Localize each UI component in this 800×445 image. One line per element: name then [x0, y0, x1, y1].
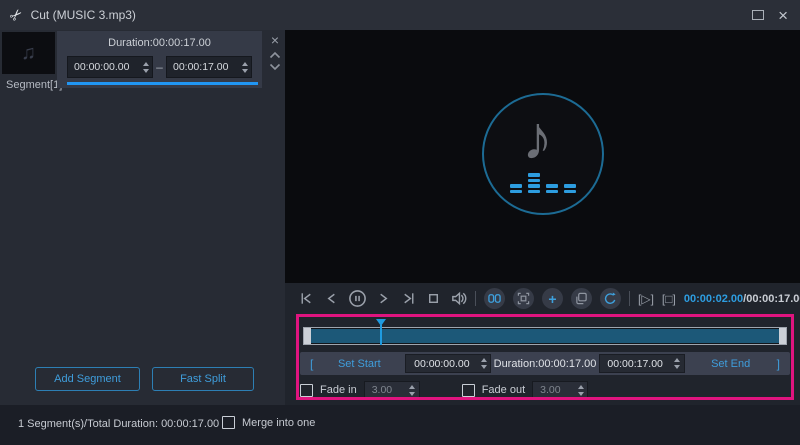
segment-end-value: 00:00:17.00 — [167, 61, 238, 73]
move-up-icon[interactable] — [269, 51, 281, 59]
current-time: 00:00:02.00 — [684, 293, 743, 305]
play-clip-icon[interactable]: [▷] — [638, 292, 654, 306]
merge-into-one-checkbox[interactable] — [222, 416, 235, 429]
segment-duration: Duration:00:00:17.00 — [57, 37, 262, 49]
fade-in-label: Fade in — [320, 384, 357, 396]
segment-summary: 1 Segment(s)/Total Duration: 00:00:17.00 — [18, 418, 219, 430]
segment-label: Segment[1] — [6, 79, 62, 91]
fade-controls-row: Fade in 3.00 Fade out 3.00 — [300, 380, 588, 400]
segment-start-value: 00:00:00.00 — [68, 61, 139, 73]
fade-out-input[interactable]: 3.00 — [532, 381, 588, 400]
segment-end-stepper[interactable] — [238, 62, 251, 73]
fade-out-checkbox[interactable] — [462, 384, 475, 397]
transport-bar: + [▷] [□] 00:00:02.00/00:00:17.00 — [285, 283, 800, 314]
trim-start-handle[interactable] — [304, 328, 311, 344]
total-time: /00:00:17.00 — [743, 293, 800, 305]
merge-into-one-label: Merge into one — [242, 417, 315, 429]
playhead-line — [380, 325, 382, 345]
add-segment-button[interactable]: Add Segment — [35, 367, 140, 391]
audio-placeholder-circle: ♪ — [482, 93, 604, 215]
trim-end-input[interactable]: 00:00:17.00 — [599, 354, 685, 373]
trim-duration-label: Duration:00:00:17.00 — [491, 358, 598, 370]
segment-end-input[interactable]: 00:00:17.00 — [166, 56, 252, 78]
segment-progress-bar — [67, 82, 258, 85]
pause-button-icon[interactable] — [348, 289, 367, 308]
stop-icon[interactable] — [425, 290, 442, 307]
skip-to-end-icon[interactable] — [400, 290, 417, 307]
segment-panel: ♫ Segment[1] Duration:00:00:17.00 00:00:… — [0, 30, 285, 405]
close-bracket-icon: ] — [777, 357, 780, 371]
segment-thumbnail[interactable]: ♫ — [2, 32, 55, 74]
crop-button[interactable] — [513, 288, 534, 309]
fast-split-button[interactable]: Fast Split — [152, 367, 254, 391]
playback-controls-strip: + [▷] [□] 00:00:02.00/00:00:17.00 — [285, 283, 800, 405]
fade-out-value: 3.00 — [540, 384, 574, 396]
move-down-icon[interactable] — [269, 63, 281, 71]
trim-end-value: 00:00:17.00 — [600, 358, 671, 370]
eighth-note-icon: ♪ — [522, 103, 553, 174]
plus-icon: + — [548, 292, 556, 306]
trim-start-value: 00:00:00.00 — [406, 358, 477, 370]
window-title: Cut (MUSIC 3.mp3) — [31, 8, 136, 22]
volume-icon[interactable] — [450, 290, 467, 307]
title-bar: ✂ Cut (MUSIC 3.mp3) × — [0, 0, 800, 30]
equalizer-bars-icon — [484, 173, 602, 193]
timeline-slider[interactable] — [303, 327, 787, 345]
segment-start-input[interactable]: 00:00:00.00 — [67, 56, 153, 78]
time-display: 00:00:02.00/00:00:17.00 — [684, 293, 800, 305]
split-segment-button[interactable] — [484, 288, 505, 309]
trim-settings-row: [ Set Start 00:00:00.00 Duration:00:00:1… — [300, 352, 790, 375]
set-start-button[interactable]: Set Start — [313, 358, 405, 370]
step-back-icon[interactable] — [323, 290, 340, 307]
set-end-button[interactable]: Set End — [685, 358, 777, 370]
trim-end-stepper[interactable] — [671, 358, 684, 369]
trim-end-handle[interactable] — [779, 328, 786, 344]
fade-in-input[interactable]: 3.00 — [364, 381, 420, 400]
stop-clip-icon[interactable]: [□] — [662, 292, 676, 306]
skip-to-start-icon[interactable] — [298, 290, 315, 307]
reset-button[interactable] — [600, 288, 621, 309]
toolbar-separator — [629, 291, 630, 306]
maximize-button[interactable] — [752, 10, 764, 20]
segment-card: Duration:00:00:17.00 00:00:00.00 – 00:00… — [57, 31, 262, 88]
footer-bar: 1 Segment(s)/Total Duration: 00:00:17.00… — [0, 405, 800, 445]
copy-segment-button[interactable] — [571, 288, 592, 309]
add-button[interactable]: + — [542, 288, 563, 309]
scissors-icon: ✂ — [5, 4, 27, 26]
delete-segment-icon[interactable]: × — [271, 33, 279, 47]
trim-start-input[interactable]: 00:00:00.00 — [405, 354, 491, 373]
fade-out-label: Fade out — [482, 384, 525, 396]
toolbar-separator — [475, 291, 476, 306]
range-separator: – — [153, 60, 166, 74]
close-button[interactable]: × — [778, 7, 788, 24]
segment-start-stepper[interactable] — [139, 62, 152, 73]
fade-out-stepper[interactable] — [574, 385, 587, 396]
trim-start-stepper[interactable] — [477, 358, 490, 369]
fade-in-checkbox[interactable] — [300, 384, 313, 397]
fade-in-value: 3.00 — [372, 384, 406, 396]
cut-dialog-window: ✂ Cut (MUSIC 3.mp3) × ♫ Segment[1] Durat… — [0, 0, 800, 445]
fade-in-stepper[interactable] — [406, 385, 419, 396]
audio-preview-area: ♪ — [285, 30, 800, 283]
step-forward-icon[interactable] — [375, 290, 392, 307]
music-note-icon: ♫ — [21, 42, 36, 65]
